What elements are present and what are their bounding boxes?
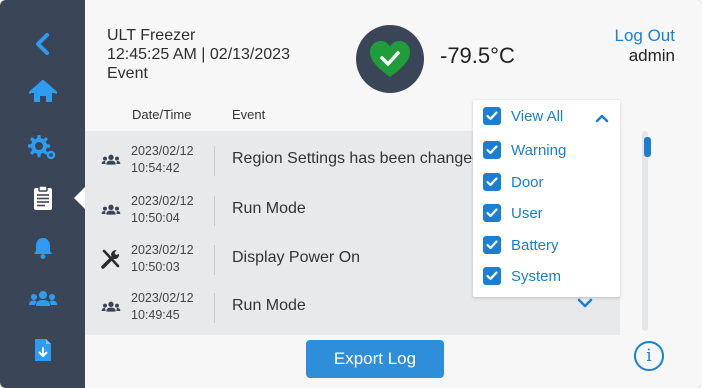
back-button[interactable]: [0, 18, 85, 70]
users-icon: [99, 149, 123, 171]
divider: [214, 196, 215, 226]
row-datetime: 2023/02/12 10:54:42: [131, 144, 194, 175]
status-indicator: [356, 25, 424, 93]
filter-label: System: [511, 267, 562, 285]
tools-icon: [99, 248, 123, 270]
info-icon: i: [646, 346, 652, 366]
scrollbar-thumb[interactable]: [644, 137, 651, 157]
home-button[interactable]: [0, 66, 85, 118]
filter-dropdown: View All Warning Door User Battery Syste…: [473, 100, 620, 297]
chevron-up-icon[interactable]: [595, 113, 609, 123]
row-datetime: 2023/02/12 10:50:04: [131, 194, 194, 225]
filter-option-warning[interactable]: Warning: [483, 138, 566, 162]
divider: [214, 293, 215, 323]
checkbox-checked-icon[interactable]: [483, 236, 501, 254]
file-download-icon: [34, 339, 51, 361]
filter-option-door[interactable]: Door: [483, 170, 544, 194]
filter-label: Door: [511, 173, 544, 191]
users-icon: [99, 296, 123, 318]
users-button[interactable]: [0, 273, 85, 325]
row-datetime: 2023/02/12 10:50:03: [131, 243, 194, 274]
event-log-button[interactable]: [0, 172, 85, 224]
current-datetime: 12:45:25 AM | 02/13/2023: [107, 46, 290, 63]
checkbox-checked-icon[interactable]: [483, 141, 501, 159]
alarms-button[interactable]: [0, 222, 85, 274]
username-label: admin: [628, 46, 675, 65]
section-title: Event: [107, 65, 148, 82]
filter-label: Battery: [511, 236, 559, 254]
home-icon: [28, 80, 57, 102]
filter-option-battery[interactable]: Battery: [483, 233, 559, 257]
scrollbar-track[interactable]: [642, 131, 648, 331]
checkbox-checked-icon[interactable]: [483, 267, 501, 285]
filter-view-all[interactable]: View All: [483, 104, 563, 128]
device-name: ULT Freezer: [107, 27, 196, 44]
chevron-down-icon[interactable]: [577, 298, 593, 309]
app-window: ULT Freezer 12:45:25 AM | 02/13/2023 Eve…: [0, 0, 702, 388]
row-event: Run Mode: [232, 297, 306, 314]
gears-icon: [27, 135, 55, 160]
checkbox-checked-icon[interactable]: [483, 173, 501, 191]
users-icon: [99, 199, 123, 221]
clipboard-icon: [33, 185, 52, 210]
checkbox-checked-icon[interactable]: [483, 107, 501, 125]
row-event: Display Power On: [232, 249, 361, 266]
info-button[interactable]: i: [634, 341, 664, 371]
heart-check-icon: [370, 41, 410, 77]
filter-label: View All: [511, 107, 564, 125]
export-file-button[interactable]: [0, 324, 85, 376]
logout-link[interactable]: Log Out: [615, 26, 676, 46]
column-header-datetime[interactable]: Date/Time: [132, 107, 191, 122]
divider: [214, 146, 215, 176]
filter-option-user[interactable]: User: [483, 201, 543, 225]
checkbox-checked-icon[interactable]: [483, 204, 501, 222]
temperature-readout: -79.5°C: [440, 43, 515, 68]
bell-icon: [33, 238, 52, 259]
users-icon: [28, 291, 57, 306]
export-log-button[interactable]: Export Log: [306, 340, 444, 378]
filter-label: Warning: [511, 141, 567, 159]
column-header-event[interactable]: Event: [232, 107, 265, 122]
filter-option-system[interactable]: System: [483, 264, 561, 288]
row-datetime: 2023/02/12 10:49:45: [131, 291, 194, 322]
row-event: Run Mode: [232, 200, 306, 217]
header-info: ULT Freezer 12:45:25 AM | 02/13/2023 Eve…: [107, 26, 290, 83]
settings-button[interactable]: [0, 122, 85, 174]
row-event: Region Settings has been changed: [232, 150, 482, 167]
divider: [214, 245, 215, 275]
filter-label: User: [511, 204, 543, 222]
chevron-left-icon: [35, 33, 49, 55]
active-indicator: [74, 187, 85, 209]
main-panel: ULT Freezer 12:45:25 AM | 02/13/2023 Eve…: [85, 0, 702, 388]
sidebar: [0, 0, 85, 388]
